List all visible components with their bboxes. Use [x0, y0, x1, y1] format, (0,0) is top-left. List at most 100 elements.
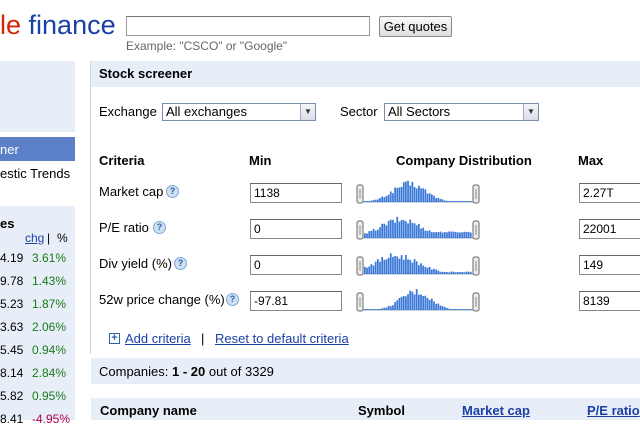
histogram-bar	[376, 199, 379, 202]
google-finance-logo[interactable]: le finance	[0, 10, 116, 41]
histogram-bar	[446, 307, 448, 310]
histogram-bar	[437, 232, 440, 238]
histogram-bar	[456, 271, 459, 274]
max-input[interactable]: 8139	[579, 291, 640, 311]
histogram-bar	[439, 198, 442, 202]
max-input[interactable]: 22001	[579, 219, 640, 239]
question-circle-icon[interactable]: ?	[166, 185, 179, 198]
histogram-bar	[400, 296, 403, 310]
histogram-bar	[400, 186, 403, 202]
histogram-bar	[443, 232, 446, 238]
market-cap-column-header[interactable]: Market cap	[462, 403, 530, 418]
histogram-bar	[411, 222, 414, 238]
histogram-bar	[465, 201, 468, 202]
question-circle-icon[interactable]: ?	[174, 257, 187, 270]
sector-select-value: All Sectors	[388, 104, 451, 119]
min-input[interactable]: 0	[250, 219, 342, 239]
histogram-bar	[392, 256, 394, 274]
exchange-select-value: All exchanges	[166, 104, 247, 119]
quote-change: 2.06%	[32, 320, 67, 334]
histogram-bar	[389, 306, 392, 310]
histogram-bar	[426, 298, 429, 310]
company-distribution-histogram[interactable]	[354, 180, 482, 206]
histogram-bar	[450, 231, 453, 238]
histogram-bar	[424, 266, 427, 274]
histogram-bar	[385, 195, 388, 202]
screener-title: Stock screener	[99, 66, 193, 81]
histogram-bar	[435, 232, 438, 238]
criteria-name: Market cap	[99, 184, 164, 199]
histogram-bar	[400, 219, 403, 238]
max-input[interactable]: 149	[579, 255, 640, 275]
histogram-bar	[409, 185, 412, 202]
histogram-bar	[463, 272, 466, 274]
search-input[interactable]	[126, 16, 370, 36]
histogram-bar	[396, 216, 399, 238]
sidebar-item-label: ner	[0, 142, 19, 157]
histogram-bar	[435, 303, 438, 310]
exchange-select[interactable]: All exchanges ▼	[162, 103, 316, 121]
histogram-bar	[398, 258, 401, 274]
histogram-bar	[465, 271, 468, 274]
min-input[interactable]: 1138	[250, 183, 342, 203]
sector-select[interactable]: All Sectors ▼	[384, 103, 539, 121]
histogram-bar	[405, 221, 407, 238]
histogram-bar	[413, 259, 416, 274]
histogram-bar	[411, 291, 414, 310]
histogram-bar	[381, 308, 384, 310]
histogram-bar	[394, 255, 396, 274]
histogram-bar	[435, 197, 438, 202]
histogram-bar	[372, 265, 375, 274]
histogram-bar	[368, 309, 371, 310]
sidebar-item-domestic-trends[interactable]: estic Trends	[0, 166, 70, 181]
histogram-bar	[420, 263, 422, 274]
get-quotes-button[interactable]: Get quotes	[379, 16, 452, 37]
histogram-bar	[376, 309, 379, 310]
sidebar-item-stock-screener[interactable]: ner	[0, 137, 75, 161]
histogram-bar	[405, 296, 407, 310]
histogram-bar	[374, 230, 377, 238]
sidebar-col-chg-link[interactable]: chg	[25, 231, 44, 245]
sidebar-col-pct: %	[57, 231, 68, 245]
histogram-bar	[372, 200, 375, 202]
histogram-bar	[368, 266, 371, 274]
sidebar-col-separator: |	[47, 231, 51, 245]
histogram-bar	[430, 298, 433, 310]
histogram-bar	[394, 222, 396, 238]
question-circle-icon[interactable]: ?	[226, 293, 239, 306]
histogram-bar	[411, 262, 414, 274]
histogram-bar	[430, 232, 433, 238]
question-circle-icon[interactable]: ?	[153, 221, 166, 234]
histogram-bar	[415, 188, 418, 202]
criteria-name: Div yield (%)	[99, 256, 172, 271]
histogram-bar	[454, 231, 457, 238]
histogram-bar	[364, 233, 366, 238]
symbol-column-header[interactable]: Symbol	[358, 403, 405, 418]
histogram-bar	[402, 182, 405, 202]
pe-ratio-column-header[interactable]: P/E ratio	[587, 403, 640, 418]
histogram-bar	[402, 220, 405, 238]
reset-criteria-link[interactable]: Reset to default criteria	[215, 331, 349, 346]
histogram-bar	[422, 265, 425, 274]
search-example-hint: Example: "CSCO" or "Google"	[126, 39, 288, 53]
quote-price: 8.41	[0, 412, 24, 426]
histogram-bar	[396, 187, 399, 202]
histogram-bar	[366, 201, 368, 202]
company-distribution-histogram[interactable]	[354, 288, 482, 314]
plus-box-icon[interactable]: +	[109, 333, 120, 344]
histogram-bar	[424, 230, 427, 238]
histogram-bar	[370, 264, 373, 274]
min-input[interactable]: -97.81	[250, 291, 342, 311]
companies-range: 1 - 20	[171, 364, 206, 379]
histogram-bar	[465, 232, 468, 238]
histogram-bar	[469, 201, 472, 202]
histogram-bar	[413, 223, 416, 238]
min-input[interactable]: 0	[250, 255, 342, 275]
company-distribution-histogram[interactable]	[354, 216, 482, 242]
company-distribution-histogram[interactable]	[354, 252, 482, 278]
histogram-bar	[456, 309, 459, 310]
max-input[interactable]: 2.27T	[579, 183, 640, 203]
add-criteria-link[interactable]: Add criteria	[125, 331, 191, 346]
company-name-column-header[interactable]: Company name	[100, 403, 197, 418]
histogram-bar	[387, 257, 390, 274]
